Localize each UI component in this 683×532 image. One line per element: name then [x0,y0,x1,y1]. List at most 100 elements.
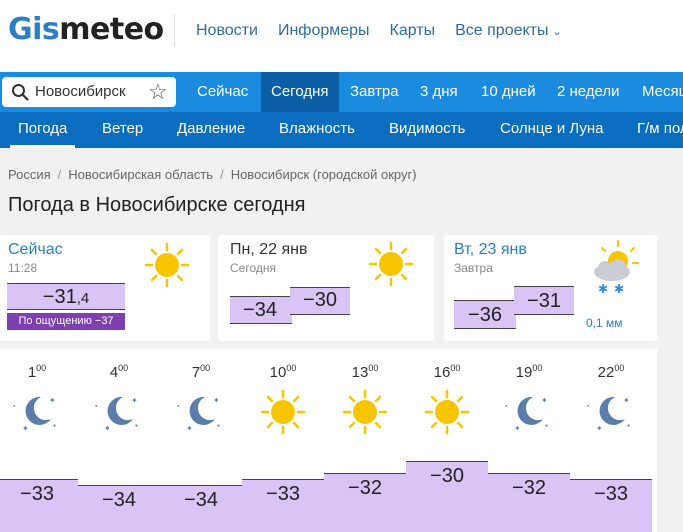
breadcrumb-region[interactable]: Новосибирская область [68,167,213,182]
hour-value: 22 [597,364,615,381]
sun-icon [144,242,190,288]
svg-text:●: ● [217,423,220,429]
hour-column: 100 ✦ ✦ ● ● −33 [0,349,78,532]
tomorrow-card[interactable]: Вт, 23 янв Завтра ✱ ✱ −36 −31 0,1 мм [444,235,657,341]
tab-tomorrow[interactable]: Завтра [340,72,409,112]
breadcrumb: Россия / Новосибирская область / Новосибирск… [8,167,417,182]
star-icon[interactable]: ☆ [148,79,168,105]
svg-text:●: ● [545,423,548,429]
svg-text:●: ● [177,403,180,408]
period-tabs: Новосибирск ☆ Сейчас Сегодня Завтра 3 дн… [0,72,683,112]
svg-text:✱: ✱ [614,282,624,296]
hour-minutes: 00 [368,363,379,373]
nav-all-projects[interactable]: Все проекты ⌄ [455,22,562,40]
breadcrumb-russia[interactable]: Россия [8,167,51,182]
now-time: 11:28 [8,261,38,275]
tomorrow-precip: 0,1 мм [586,316,623,330]
svg-text:✦: ✦ [541,396,548,405]
hour-minutes: 00 [118,363,129,373]
svg-text:✦: ✦ [49,396,56,405]
svg-text:✦: ✦ [186,424,193,433]
sun-icon [424,389,470,435]
tab-2-weeks[interactable]: 2 недели [547,72,630,112]
search-value: Новосибирск [35,83,126,100]
moon-icon: ✦ ✦ ● ● [13,396,56,433]
moon-icon: ✦ ✦ ● ● [587,396,630,433]
search-input[interactable]: Новосибирск ☆ [2,77,176,107]
svg-text:✱: ✱ [598,282,608,296]
today-min-temp: −34 [243,299,277,321]
hour-value: 19 [515,364,533,381]
svg-text:✦: ✦ [104,424,111,433]
feels-like-value: −37 [94,315,114,327]
logo-part1: Gis [8,12,60,47]
hour-label: 1900 [488,363,570,381]
moon-icon: ✦ ✦ ● ● [177,396,220,433]
sun-icon [368,241,414,287]
hour-minutes: 00 [532,363,543,373]
hourly-forecast: 100 ✦ ✦ ● ● −33 400 ✦ ✦ ● ● −34 700 ✦ ✦ ● ● −34 1000 −33 130… [0,349,657,532]
hour-value: 16 [433,364,451,381]
now-temp: −31,4 [7,286,125,309]
now-temp-frac: ,4 [76,290,90,307]
now-temp-int: −31 [42,286,77,308]
feels-like-badge: По ощущению −37 [7,313,125,330]
svg-text:✦: ✦ [131,396,138,405]
tab-now[interactable]: Сейчас [187,72,258,112]
subnav-humidity[interactable]: Влажность [279,112,355,148]
svg-text:✦: ✦ [514,424,521,433]
tomorrow-date: Вт, 23 янв [454,241,527,258]
today-label: Сегодня [230,261,276,275]
nav-news[interactable]: Новости [196,22,258,40]
hour-temp: −34 [184,489,218,511]
tomorrow-min-temp: −36 [468,304,502,326]
tab-month[interactable]: Месяц [632,72,683,112]
page: { "header": { "logo_part1": "Gis", "logo… [0,0,683,532]
breadcrumb-city[interactable]: Новосибирск (городской округ) [231,167,417,182]
svg-text:●: ● [587,403,590,408]
hour-minutes: 00 [286,363,297,373]
svg-text:●: ● [135,423,138,429]
subnav-weather[interactable]: Погода [10,112,76,148]
subnav-visibility[interactable]: Видимость [389,112,465,148]
page-title: Погода в Новосибирске сегодня [8,194,306,216]
subnav-magnetic[interactable]: Г/м поле [637,112,683,148]
tomorrow-max-temp: −31 [527,290,561,312]
hour-temp: −33 [266,483,300,505]
nav-informers[interactable]: Информеры [278,22,370,40]
subnav-sun-moon[interactable]: Солнце и Луна [500,112,604,148]
parameter-nav: Погода Ветер Давление Влажность Видимост… [0,112,683,148]
today-card[interactable]: Пн, 22 янв Сегодня −34 −30 [218,235,434,341]
tab-10-days[interactable]: 10 дней [471,72,546,112]
search-icon [12,84,29,101]
hour-minutes: 00 [614,363,625,373]
top-nav: Новости Информеры Карты Все проекты ⌄ [196,22,562,40]
hour-temp: −34 [102,489,136,511]
logo-part2: meteo [59,12,164,47]
sun-icon [260,389,306,435]
hour-label: 100 [0,363,78,381]
moon-icon: ✦ ✦ ● ● [95,396,138,433]
feels-like-label: По ощущению [18,315,92,327]
hour-column: 1900 ✦ ✦ ● ● −32 [488,349,570,532]
hour-temp: −32 [512,477,546,499]
subnav-wind[interactable]: Ветер [102,112,143,148]
now-card[interactable]: Сейчас 11:28 −31,4 По ощущению −37 [0,235,210,341]
hour-temp: −33 [20,483,54,505]
hour-temp: −30 [430,465,464,487]
hour-column: 2200 ✦ ✦ ● ● −33 [570,349,652,532]
hour-minutes: 00 [200,363,211,373]
hour-column: 1300 −32 [324,349,406,532]
tomorrow-label: Завтра [454,261,493,275]
nav-maps[interactable]: Карты [390,22,436,40]
tab-3-days[interactable]: 3 дня [410,72,468,112]
hour-label: 700 [160,363,242,381]
hour-value: 13 [351,364,369,381]
nav-all-projects-label: Все проекты [455,22,549,39]
hour-value: 10 [269,364,287,381]
subnav-pressure[interactable]: Давление [177,112,245,148]
moon-icon: ✦ ✦ ● ● [505,396,548,433]
hour-value: 1 [27,364,37,381]
tab-today[interactable]: Сегодня [261,72,339,112]
gismeteo-logo[interactable]: Gismeteo [8,12,164,48]
